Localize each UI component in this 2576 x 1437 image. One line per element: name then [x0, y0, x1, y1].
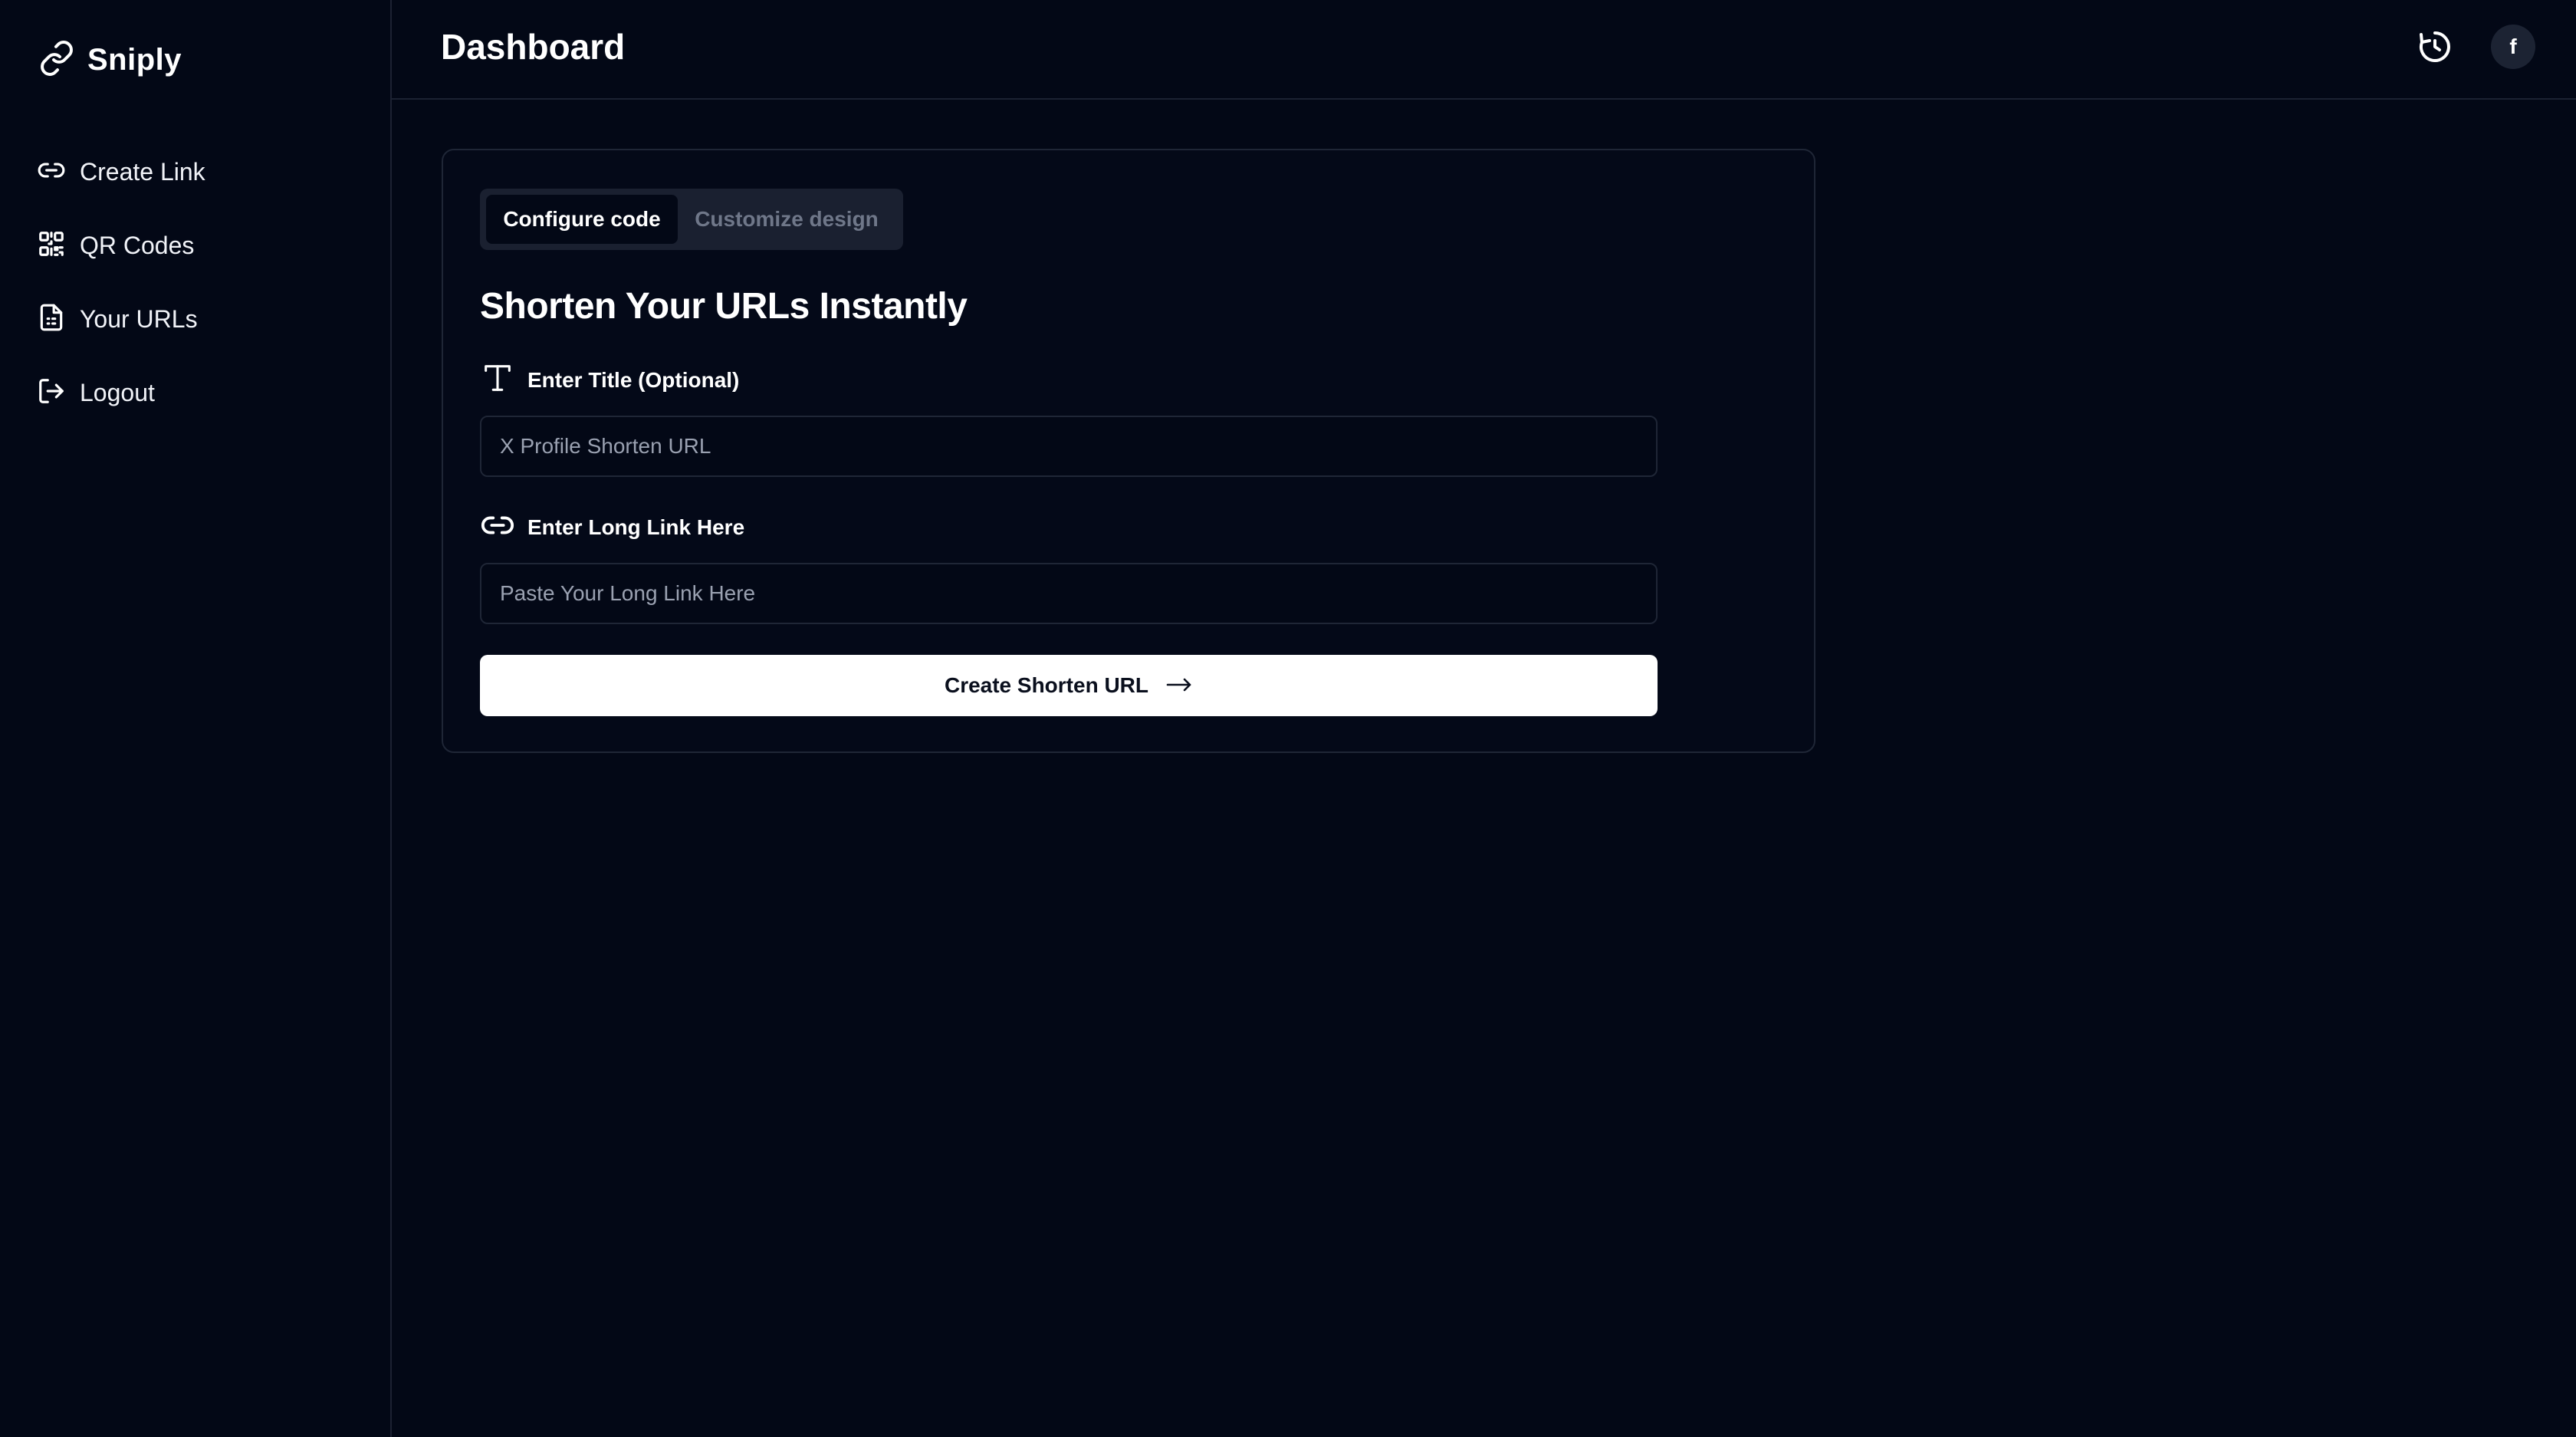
title-input[interactable]	[480, 416, 1658, 477]
link-field-label-row: Enter Long Link Here	[480, 508, 744, 547]
create-shorten-url-label: Create Shorten URL	[944, 673, 1149, 697]
long-link-input[interactable]	[480, 563, 1658, 624]
link-icon	[37, 156, 66, 189]
title-field-label-row: Enter Title (Optional)	[480, 360, 739, 400]
link-icon	[480, 508, 515, 547]
brand-name: Sniply	[87, 43, 182, 77]
app: Sniply Create Link QR Codes Your URLs Lo…	[0, 0, 2576, 1437]
sidebar-item-qr-codes[interactable]: QR Codes	[37, 224, 205, 267]
sidebar-item-your-urls[interactable]: Your URLs	[37, 298, 205, 340]
create-shorten-url-button[interactable]: Create Shorten URL	[480, 655, 1658, 716]
sidebar-nav: Create Link QR Codes Your URLs Logout	[37, 150, 205, 445]
qr-code-icon	[37, 229, 66, 262]
document-icon	[37, 303, 66, 336]
sidebar-item-label: QR Codes	[80, 231, 195, 259]
text-icon	[480, 360, 515, 400]
tab-configure-code[interactable]: Configure code	[486, 195, 678, 244]
tab-customize-design[interactable]: Customize design	[678, 195, 895, 244]
sidebar-item-logout[interactable]: Logout	[37, 371, 205, 414]
sidebar-item-label: Your URLs	[80, 304, 198, 333]
sidebar-item-create-link[interactable]: Create Link	[37, 150, 205, 193]
sidebar-item-label: Logout	[80, 378, 155, 406]
avatar[interactable]: f	[2491, 25, 2535, 69]
link-icon	[38, 40, 75, 81]
page-title: Dashboard	[441, 27, 626, 67]
history-button[interactable]	[2414, 28, 2456, 69]
sidebar-item-label: Create Link	[80, 157, 205, 186]
arrow-right-icon	[1165, 676, 1193, 696]
logout-icon	[37, 377, 66, 409]
card-heading: Shorten Your URLs Instantly	[480, 286, 968, 327]
title-field-label: Enter Title (Optional)	[527, 367, 740, 392]
brand-logo[interactable]: Sniply	[38, 40, 182, 81]
link-field-label: Enter Long Link Here	[527, 515, 745, 539]
top-header: Dashboard f	[392, 0, 2576, 100]
tab-list: Configure code Customize design	[480, 189, 903, 250]
sidebar: Sniply Create Link QR Codes Your URLs Lo…	[0, 0, 392, 1437]
history-icon	[2417, 28, 2453, 69]
shorten-url-card: Configure code Customize design Shorten …	[442, 149, 1815, 753]
